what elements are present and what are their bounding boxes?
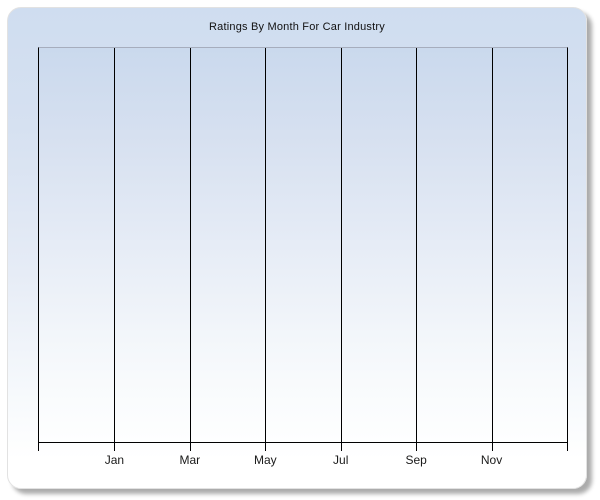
plot-area: Jan Mar May Jul Sep Nov <box>38 47 568 467</box>
chart-panel: Ratings By Month For Car Industry Jan Mar… <box>7 7 587 489</box>
x-axis-label: Jan <box>104 453 125 467</box>
x-axis-label: May <box>253 453 277 467</box>
chart-title: Ratings By Month For Car Industry <box>209 21 385 33</box>
x-axis-tick <box>567 442 568 451</box>
gridline <box>265 48 267 442</box>
gridline <box>189 48 191 442</box>
x-axis-tick <box>189 442 191 451</box>
x-axis-tick <box>114 442 116 451</box>
gridline <box>114 48 116 442</box>
x-axis-label: Nov <box>480 453 503 467</box>
x-axis-tick <box>491 442 493 451</box>
x-axis-label: Jul <box>333 453 349 467</box>
x-axis-tick <box>38 442 39 451</box>
gridline <box>416 48 418 442</box>
x-axis-tick <box>340 442 342 451</box>
x-axis-label: Sep <box>405 453 427 467</box>
gridline <box>491 48 493 442</box>
x-axis-label: Mar <box>179 453 201 467</box>
x-axis-tick <box>265 442 267 451</box>
gridline <box>340 48 342 442</box>
x-axis-tick <box>416 442 418 451</box>
